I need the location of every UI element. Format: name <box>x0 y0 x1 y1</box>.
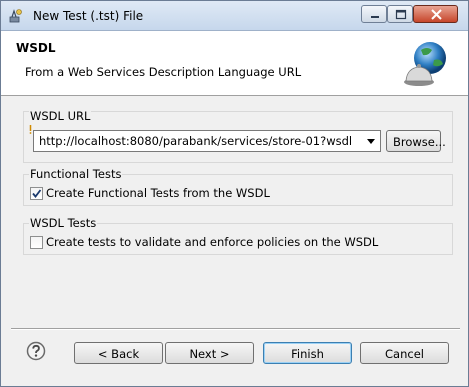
help-icon[interactable] <box>26 341 46 361</box>
create-functional-tests-checkbox[interactable] <box>30 187 43 200</box>
banner-title: WSDL <box>16 41 56 55</box>
checkmark-icon <box>32 189 42 198</box>
minimize-icon <box>371 16 379 18</box>
wsdl-url-value: http://localhost:8080/parabank/services/… <box>39 134 353 148</box>
title-bar[interactable]: New Test (.tst) File <box>1 1 468 31</box>
maximize-button[interactable] <box>387 5 413 23</box>
create-wsdl-policy-tests-checkbox[interactable] <box>30 236 43 249</box>
next-button[interactable]: Next > <box>165 342 254 364</box>
window-title: New Test (.tst) File <box>33 9 144 23</box>
create-wsdl-policy-tests-label[interactable]: Create tests to validate and enforce pol… <box>46 235 378 249</box>
create-functional-tests-label[interactable]: Create Functional Tests from the WSDL <box>46 186 270 200</box>
cancel-button[interactable]: Cancel <box>360 342 449 364</box>
maximize-icon <box>395 9 407 20</box>
browse-button[interactable]: Browse... <box>386 130 446 152</box>
functional-tests-group-label: Functional Tests <box>29 167 123 181</box>
close-button[interactable] <box>413 5 458 23</box>
dialog-window: New Test (.tst) File WSDL From a Web Ser… <box>0 0 469 387</box>
close-icon <box>431 9 442 20</box>
globe-service-bell-icon <box>404 42 446 86</box>
banner-description: From a Web Services Description Language… <box>25 65 302 79</box>
footer-separator <box>11 328 460 330</box>
wizard-banner: WSDL From a Web Services Description Lan… <box>1 31 468 96</box>
minimize-button[interactable] <box>361 5 387 23</box>
wsdl-url-combobox[interactable]: http://localhost:8080/parabank/services/… <box>33 130 381 152</box>
chevron-down-icon[interactable] <box>364 132 378 150</box>
back-button[interactable]: < Back <box>74 342 163 364</box>
finish-button[interactable]: Finish <box>263 342 352 364</box>
wsdl-tests-group-label: WSDL Tests <box>29 216 98 230</box>
wizard-icon <box>9 9 22 23</box>
wsdl-url-group-label: WSDL URL <box>29 109 92 123</box>
